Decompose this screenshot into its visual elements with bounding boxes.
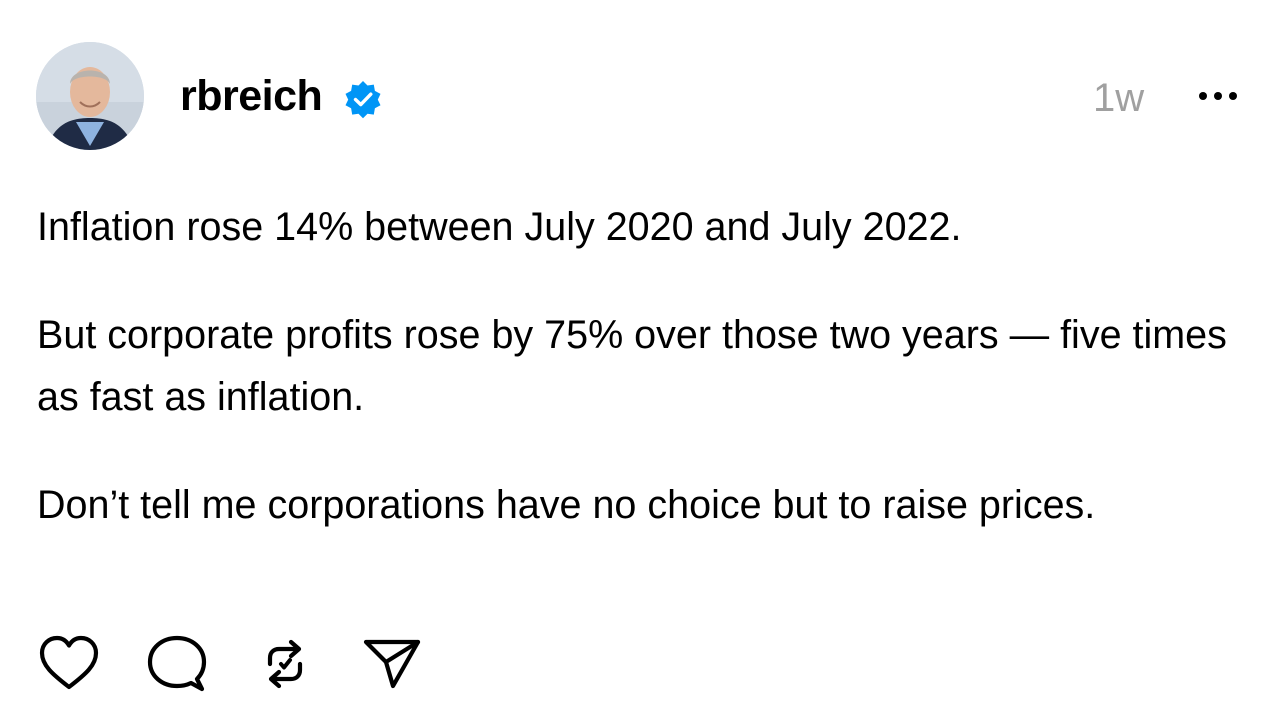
post-paragraph: Inflation rose 14% between July 2020 and… (37, 205, 962, 249)
verified-badge-icon (343, 79, 383, 119)
reply-button[interactable] (146, 634, 208, 694)
username[interactable]: rbreich (180, 70, 323, 122)
post-paragraph: Don’t tell me corporations have no choic… (37, 483, 1096, 527)
heart-icon (39, 635, 99, 690)
avatar[interactable] (36, 42, 144, 150)
avatar-image (36, 42, 144, 150)
repost-icon (267, 639, 303, 689)
post-actions (38, 634, 424, 694)
like-button[interactable] (38, 634, 100, 694)
share-button[interactable] (362, 634, 424, 694)
more-horizontal-icon (1199, 92, 1237, 100)
post-body: Inflation rose 14% between July 2020 and… (37, 196, 1247, 582)
send-paper-plane-icon (363, 639, 421, 689)
post-paragraph: But corporate profits rose by 75% over t… (37, 313, 1227, 419)
post-timestamp: 1w (1093, 76, 1145, 120)
more-options-button[interactable] (1196, 84, 1240, 108)
repost-button[interactable] (254, 634, 316, 694)
comment-bubble-icon (147, 635, 207, 692)
